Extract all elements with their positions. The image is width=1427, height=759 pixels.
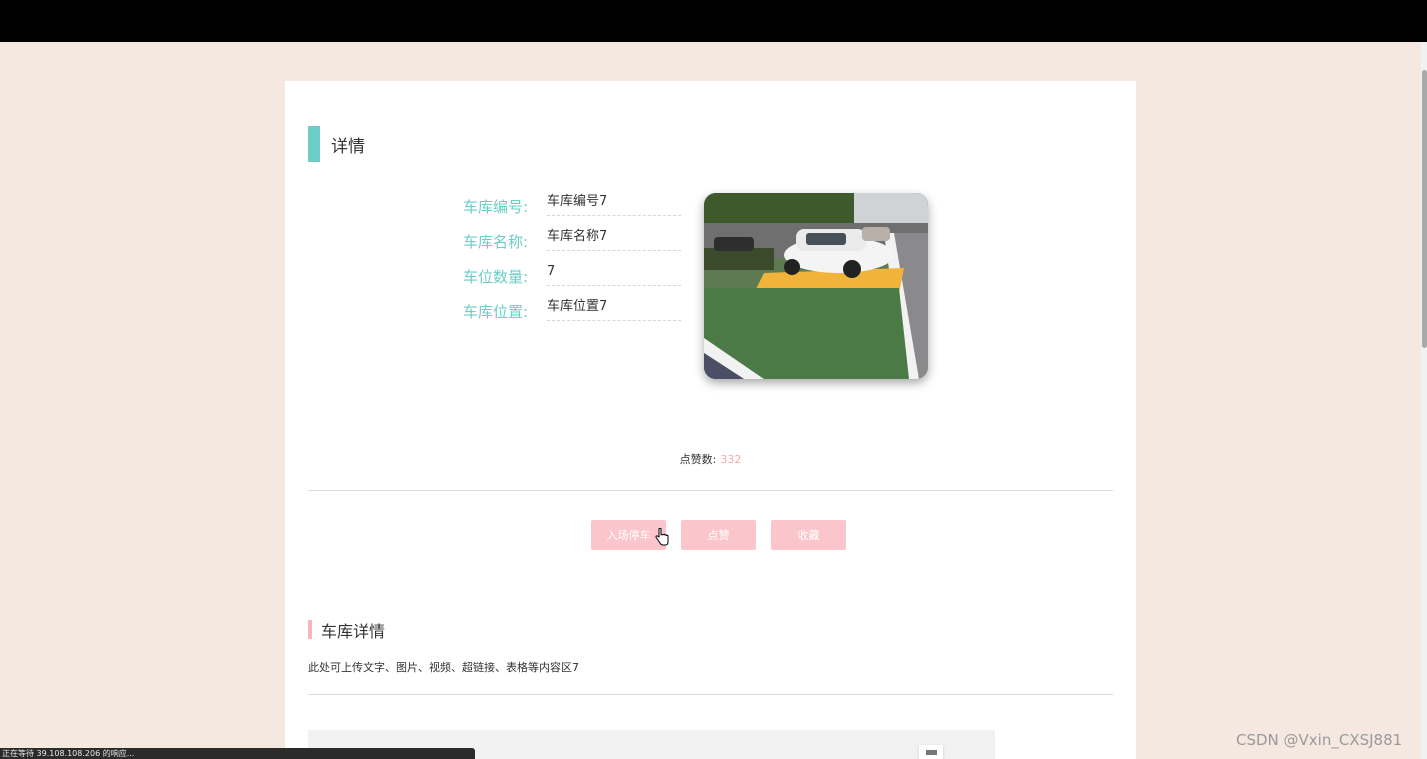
section-title: 详情 <box>331 136 365 157</box>
likes-row: 点赞数: 332 <box>285 451 1136 467</box>
field-garage-number: 车库编号: 车库编号7 <box>445 191 685 226</box>
field-label: 车库位置: <box>462 303 528 321</box>
section-header-detail: 详情 <box>308 126 365 162</box>
divider <box>308 490 1113 491</box>
garage-detail-content: 此处可上传文字、图片、视频、超链接、表格等内容区7 <box>308 661 579 674</box>
section-accent-bar <box>308 126 320 162</box>
detail-card: 详情 车库编号: 车库编号7 车库名称: 车库名称7 车位数量: 7 车库位置:… <box>285 81 1136 759</box>
field-space-count: 车位数量: 7 <box>445 261 685 296</box>
likes-label: 点赞数: <box>679 453 717 466</box>
field-garage-name: 车库名称: 车库名称7 <box>445 226 685 261</box>
favorite-button[interactable]: 收藏 <box>771 520 846 550</box>
comment-icon[interactable] <box>919 745 943 759</box>
field-value: 车库名称7 <box>547 228 681 251</box>
detail-fields: 车库编号: 车库编号7 车库名称: 车库名称7 车位数量: 7 车库位置: 车库… <box>445 191 685 331</box>
likes-count: 332 <box>720 453 742 466</box>
field-value: 车库位置7 <box>547 298 681 321</box>
sub-accent-bar <box>308 620 312 639</box>
browser-status-bar: 正在等待 39.108.108.206 的响应... <box>0 748 475 759</box>
like-button[interactable]: 点赞 <box>681 520 756 550</box>
field-label: 车位数量: <box>462 268 528 286</box>
scrollbar-thumb[interactable] <box>1422 70 1427 348</box>
page-scrollbar[interactable] <box>1421 42 1427 759</box>
divider <box>308 694 1113 695</box>
field-label: 车库名称: <box>462 233 528 251</box>
field-value: 7 <box>547 263 681 286</box>
field-garage-location: 车库位置: 车库位置7 <box>445 296 685 331</box>
field-value: 车库编号7 <box>547 193 681 216</box>
garage-detail-title: 车库详情 <box>321 621 386 641</box>
action-buttons: 入场停车 点赞 收藏 <box>591 520 846 550</box>
hand-cursor-icon <box>655 528 669 546</box>
browser-top-bar <box>0 0 1427 42</box>
garage-photo <box>704 193 928 379</box>
watermark: CSDN @Vxin_CXSJ881 <box>1236 731 1403 749</box>
garage-detail-header: 车库详情 <box>308 620 386 641</box>
field-label: 车库编号: <box>462 198 528 216</box>
